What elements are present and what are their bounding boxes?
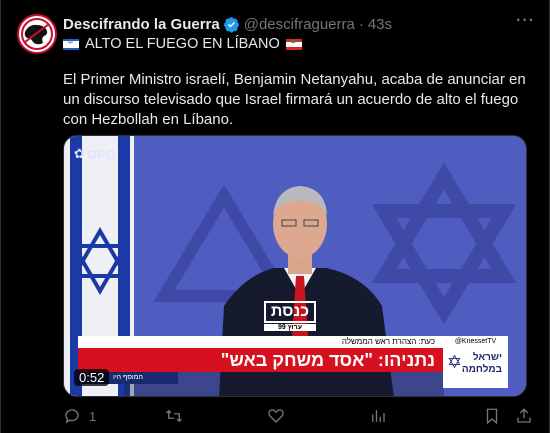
more-options-icon[interactable]: ··· bbox=[516, 12, 535, 30]
verified-badge-icon bbox=[223, 16, 240, 33]
tweet-header: Descifrando la Guerra @descifraguerra · … bbox=[63, 12, 535, 34]
share-button[interactable] bbox=[515, 407, 533, 425]
gpo-logo-icon: ✿ bbox=[74, 146, 85, 161]
reply-button[interactable]: 1 bbox=[63, 407, 96, 425]
lower-third-top: כעת: הצהרת ראש הממשלה bbox=[78, 336, 443, 348]
views-button[interactable] bbox=[369, 407, 387, 425]
globe-logo-icon bbox=[21, 18, 53, 50]
bookmark-icon bbox=[486, 408, 498, 425]
action-bar: 1 bbox=[63, 406, 533, 426]
gpo-watermark: ✿ GPO bbox=[74, 146, 116, 162]
star-of-david-icon: ✡ bbox=[447, 352, 463, 372]
avatar[interactable] bbox=[17, 14, 57, 54]
tweet-headline: ALTO EL FUEGO EN LÍBANO bbox=[63, 36, 302, 52]
video-player[interactable]: ✿ GPO כנסת ערוץ 99 כעת: הצהרת ראש הממשלה… bbox=[63, 135, 527, 397]
retweet-icon bbox=[166, 409, 182, 423]
author-handle[interactable]: @descifraguerra bbox=[244, 16, 355, 33]
bookmark-button[interactable] bbox=[483, 407, 501, 425]
reply-icon bbox=[65, 409, 79, 424]
like-button[interactable] bbox=[267, 407, 285, 425]
knesset-tv-handle: @KnessetTV bbox=[443, 336, 508, 348]
timestamp[interactable]: 43s bbox=[368, 16, 392, 33]
news-lower-third: כעת: הצהרת ראש הממשלה @KnessetTV נתניהו:… bbox=[78, 336, 508, 388]
knesset-channel-logo: כנסת ערוץ 99 bbox=[264, 301, 316, 331]
headline-text: ALTO EL FUEGO EN LÍBANO bbox=[85, 36, 280, 52]
lower-third-headline: נתניהו: "אסד משחק באש" bbox=[78, 348, 443, 372]
share-icon bbox=[517, 408, 531, 423]
heart-icon bbox=[268, 409, 284, 423]
israel-at-war-badge: ✡ ישראל במלחמה bbox=[443, 348, 508, 388]
tweet-text: El Primer Ministro israelí, Benjamin Net… bbox=[63, 71, 526, 128]
video-duration: 0:52 bbox=[74, 369, 110, 386]
reply-count: 1 bbox=[89, 408, 97, 424]
display-name[interactable]: Descifrando la Guerra bbox=[63, 16, 220, 33]
lebanon-flag-icon bbox=[285, 38, 302, 50]
israel-flag-icon bbox=[63, 37, 79, 50]
separator-dot: · bbox=[358, 15, 364, 33]
tweet[interactable]: Descifrando la Guerra @descifraguerra · … bbox=[0, 0, 550, 433]
retweet-button[interactable] bbox=[165, 407, 183, 425]
bar-chart-icon bbox=[372, 410, 385, 422]
